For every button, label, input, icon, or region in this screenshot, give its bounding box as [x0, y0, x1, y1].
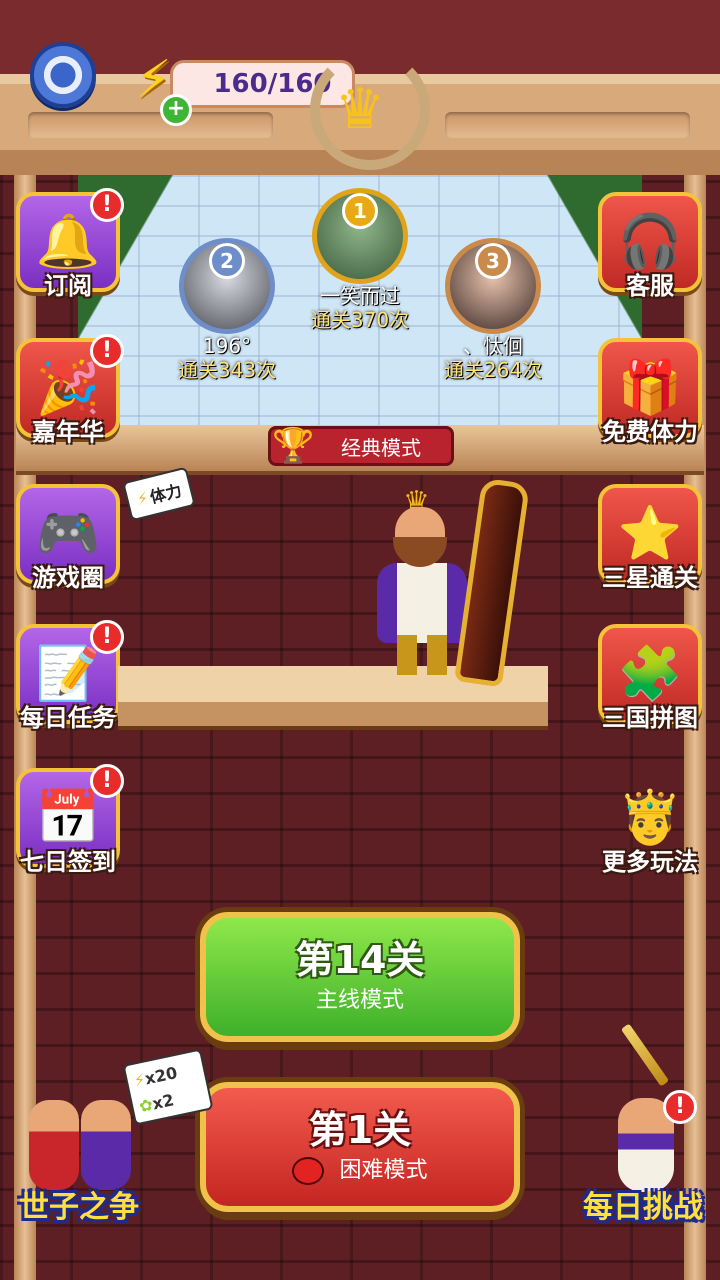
top-groove-right	[445, 112, 690, 138]
main-mode-button[interactable]: 第14关 主线模式	[200, 912, 520, 1042]
rank-silver-badge-icon: 2	[209, 243, 245, 279]
hard-mode-button[interactable]: 第1关 困难模式	[200, 1082, 520, 1212]
leaderboard-rank-3[interactable]: 3 、忲佪 通关264次	[438, 238, 548, 382]
daily-tasks-label: 每日任务	[20, 704, 116, 732]
daily-tasks-button[interactable]: 📝 每日任务 !	[12, 620, 124, 744]
king-body	[377, 563, 467, 643]
seven-day-checkin-label: 七日签到	[20, 848, 116, 876]
energy-tag: ⚡ 体力	[122, 466, 196, 522]
player-name: 一笑而过	[320, 284, 400, 308]
free-energy-button[interactable]: 🎁 免费体力	[594, 338, 706, 458]
game-circle-label: 游戏圈	[32, 564, 104, 592]
hard-mode-label: 困难模式	[339, 1158, 428, 1183]
king-legs	[397, 635, 447, 675]
alert-badge: !	[90, 620, 124, 654]
customer-service-label: 客服	[626, 272, 674, 300]
leaderboard-rank-1[interactable]: 1 一笑而过 通关370次	[305, 188, 415, 332]
three-kingdoms-puzzle-label: 三国拼图	[602, 704, 698, 732]
hard-mode-level: 第1关	[308, 1108, 412, 1152]
avatar: 3	[445, 238, 541, 334]
alert-badge: !	[90, 334, 124, 368]
top-groove-left	[28, 112, 273, 138]
daily-challenge-label: 每日挑战	[583, 1190, 703, 1225]
trophy-icon: 🏆	[272, 426, 315, 466]
player-clear-count: 通关343次	[177, 358, 277, 382]
player-name: 196°	[202, 334, 252, 358]
more-modes-label: 更多玩法	[602, 848, 698, 876]
three-star-clear-button[interactable]: ⭐ 三星通关	[594, 484, 706, 604]
customer-service-button[interactable]: 🎧 客服	[594, 192, 706, 312]
player-name: 、忲佪	[463, 334, 523, 358]
add-energy-button[interactable]: +	[160, 94, 192, 126]
alert-badge: !	[90, 764, 124, 798]
carnival-label: 嘉年华	[32, 418, 104, 446]
player-clear-count: 通关264次	[443, 358, 543, 382]
game-circle-button[interactable]: 🎮 游戏圈	[12, 484, 124, 604]
main-mode-label: 主线模式	[315, 988, 404, 1013]
classic-mode-label: 经典模式	[341, 435, 421, 460]
carnival-button[interactable]: 🎉 嘉年华 !	[12, 334, 124, 458]
player-clear-count: 通关370次	[310, 308, 410, 332]
heir-battle-label: 世子之争	[19, 1190, 139, 1225]
three-kingdoms-puzzle-button[interactable]: 🧩 三国拼图	[594, 624, 706, 744]
free-energy-label: 免费体力	[602, 418, 698, 446]
subscribe-button[interactable]: 🔔 订阅 !	[12, 188, 124, 312]
crown-laurel-icon: ♛	[300, 50, 430, 170]
more-modes-button[interactable]: 🤴 更多玩法	[594, 768, 706, 888]
sword-icon	[620, 1023, 670, 1087]
three-star-clear-label: 三星通关	[602, 564, 698, 592]
seven-day-checkin-button[interactable]: 📅 七日签到 !	[12, 764, 124, 888]
avatar: 2	[179, 238, 275, 334]
subscribe-label: 订阅	[44, 272, 92, 300]
energy-tag-label: 体力	[147, 480, 184, 507]
alert-badge: !	[90, 188, 124, 222]
avatar: 1	[312, 188, 408, 284]
leaderboard-rank-2[interactable]: 2 196° 通关343次	[172, 238, 282, 382]
devil-icon	[292, 1157, 325, 1185]
rank-gold-badge-icon: 1	[342, 193, 378, 229]
reward-energy: x20	[143, 1063, 179, 1089]
main-mode-level: 第14关	[295, 938, 425, 982]
alert-badge: !	[663, 1090, 697, 1124]
settings-gear-icon[interactable]	[24, 36, 102, 114]
reward-puzzle: x2	[150, 1090, 176, 1114]
rank-bronze-badge-icon: 3	[475, 243, 511, 279]
daily-challenge-button[interactable]: ! 每日挑战	[568, 1090, 718, 1226]
